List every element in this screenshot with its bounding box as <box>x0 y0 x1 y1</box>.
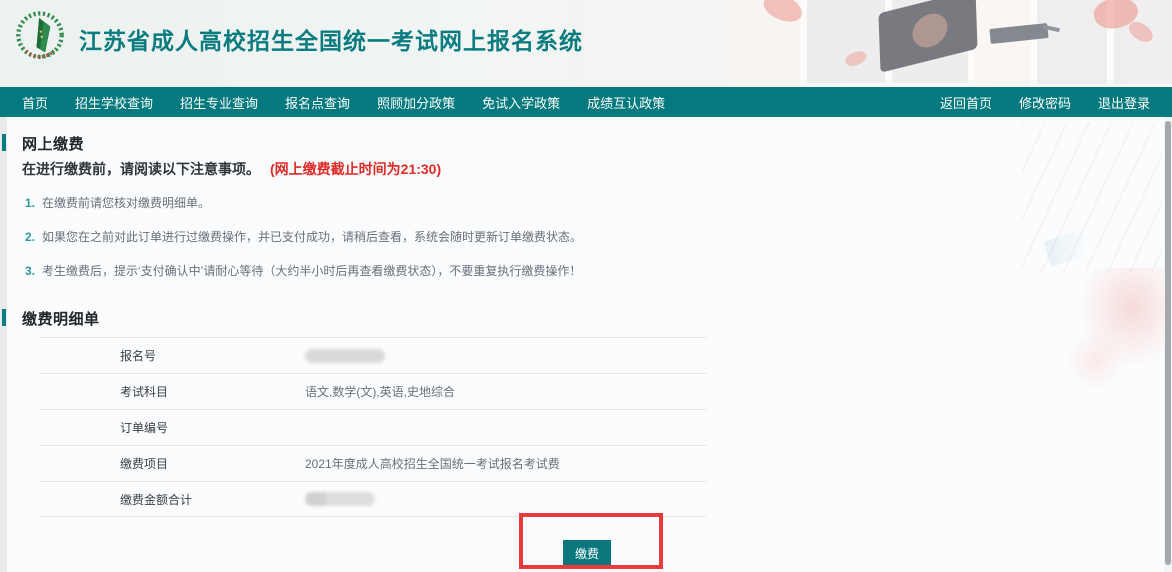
nav-right-group: 返回首页 修改密码 退出登录 <box>940 93 1150 112</box>
section-title-online-payment: 网上缴费 <box>22 133 84 154</box>
section-accent-bar <box>2 134 6 151</box>
payment-detail-table: 报名号 考试科目 语文,数学(文),英语,史地综合 订单编号 缴费项目 2021… <box>40 337 706 517</box>
table-row: 考试科目 语文,数学(文),英语,史地综合 <box>40 373 706 409</box>
page: 江苏省成人高校招生全国统一考试网上报名系统 首页 招生学校查询 招生专业查询 报… <box>0 0 1172 572</box>
nav-item-home[interactable]: 首页 <box>22 93 48 112</box>
nav-item-exempt-policy[interactable]: 免试入学政策 <box>482 93 560 112</box>
table-row: 订单编号 <box>40 409 706 445</box>
table-row: 报名号 <box>40 337 706 373</box>
row-label: 考试科目 <box>40 383 305 400</box>
table-row: 缴费项目 2021年度成人高校招生全国统一考试报名考试费 <box>40 445 706 481</box>
notice-intro-text: 在进行缴费前，请阅读以下注意事项。 <box>22 161 260 177</box>
graduation-cap-icon <box>989 23 1048 44</box>
section-title-payment-detail: 缴费明细单 <box>22 308 100 329</box>
left-edge-strip <box>0 117 7 572</box>
row-value: 2021年度成人高校招生全国统一考试报名考试费 <box>305 455 560 472</box>
notice-item-text: 考生缴费后，提示‘支付确认中’请耐心等待（大约半小时后再查看缴费状态），不要重复… <box>42 264 581 278</box>
nav-item-change-password[interactable]: 修改密码 <box>1019 93 1071 112</box>
notice-intro: 在进行缴费前，请阅读以下注意事项。 (网上缴费截止时间为21:30) <box>22 159 441 179</box>
row-label: 报名号 <box>40 347 305 364</box>
ribbon-decoration <box>760 0 806 26</box>
brand: 江苏省成人高校招生全国统一考试网上报名系统 <box>14 9 583 68</box>
nav-item-major-query[interactable]: 招生专业查询 <box>180 93 258 112</box>
scrollbar <box>1164 117 1172 572</box>
notice-item: 2. 如果您在之前对此订单进行过缴费操作，并已支付成功，请稍后查看，系统会随时更新… <box>25 228 582 245</box>
background-photo-fade <box>1066 330 1126 390</box>
section-accent-bar <box>2 309 6 326</box>
redacted-value <box>305 349 385 363</box>
notice-item-number: 3. <box>25 264 35 278</box>
notice-item-text: 如果您在之前对此订单进行过缴费操作，并已支付成功，请稍后查看，系统会随时更新订单… <box>42 230 582 244</box>
window-frame <box>800 0 975 87</box>
nav-item-back-home[interactable]: 返回首页 <box>940 93 992 112</box>
payment-deadline-text: (网上缴费截止时间为21:30) <box>270 161 441 177</box>
notice-item: 3. 考生缴费后，提示‘支付确认中’请耐心等待（大约半小时后再查看缴费状态），不要… <box>25 262 582 279</box>
table-row: 缴费金额合计 <box>40 481 706 517</box>
notice-list: 1. 在缴费前请您核对缴费明细单。 2. 如果您在之前对此订单进行过缴费操作，并已支… <box>25 194 582 296</box>
nav-item-bonus-policy[interactable]: 照顾加分政策 <box>377 93 455 112</box>
nav-left-group: 首页 招生学校查询 招生专业查询 报名点查询 照顾加分政策 免试入学政策 成绩互… <box>22 93 665 112</box>
nav-item-site-query[interactable]: 报名点查询 <box>285 93 350 112</box>
logo-emblem-icon <box>14 9 66 68</box>
annotation-highlight-rect <box>519 513 663 569</box>
notice-item-number: 2. <box>25 230 35 244</box>
notice-item-number: 1. <box>25 196 35 210</box>
nav-item-logout[interactable]: 退出登录 <box>1098 93 1150 112</box>
redacted-value <box>305 492 375 506</box>
ribbon-decoration <box>843 48 868 69</box>
notice-item-text: 在缴费前请您核对缴费明细单。 <box>42 196 210 210</box>
row-label: 订单编号 <box>40 419 305 436</box>
nav-item-school-query[interactable]: 招生学校查询 <box>75 93 153 112</box>
graduation-cap-icon <box>878 0 977 73</box>
header: 江苏省成人高校招生全国统一考试网上报名系统 <box>0 0 1172 87</box>
window-frame <box>1030 0 1172 87</box>
scrollbar-thumb[interactable] <box>1165 121 1171 565</box>
nav-item-score-policy[interactable]: 成绩互认政策 <box>587 93 665 112</box>
notice-item: 1. 在缴费前请您核对缴费明细单。 <box>25 194 582 211</box>
row-label: 缴费金额合计 <box>40 491 305 508</box>
site-title: 江苏省成人高校招生全国统一考试网上报名系统 <box>79 22 583 56</box>
navbar: 首页 招生学校查询 招生专业查询 报名点查询 照顾加分政策 免试入学政策 成绩互… <box>0 87 1172 117</box>
ribbon-decoration <box>1091 0 1141 33</box>
row-value: 语文,数学(文),英语,史地综合 <box>305 383 455 400</box>
ribbon-decoration <box>1126 19 1157 46</box>
row-label: 缴费项目 <box>40 455 305 472</box>
